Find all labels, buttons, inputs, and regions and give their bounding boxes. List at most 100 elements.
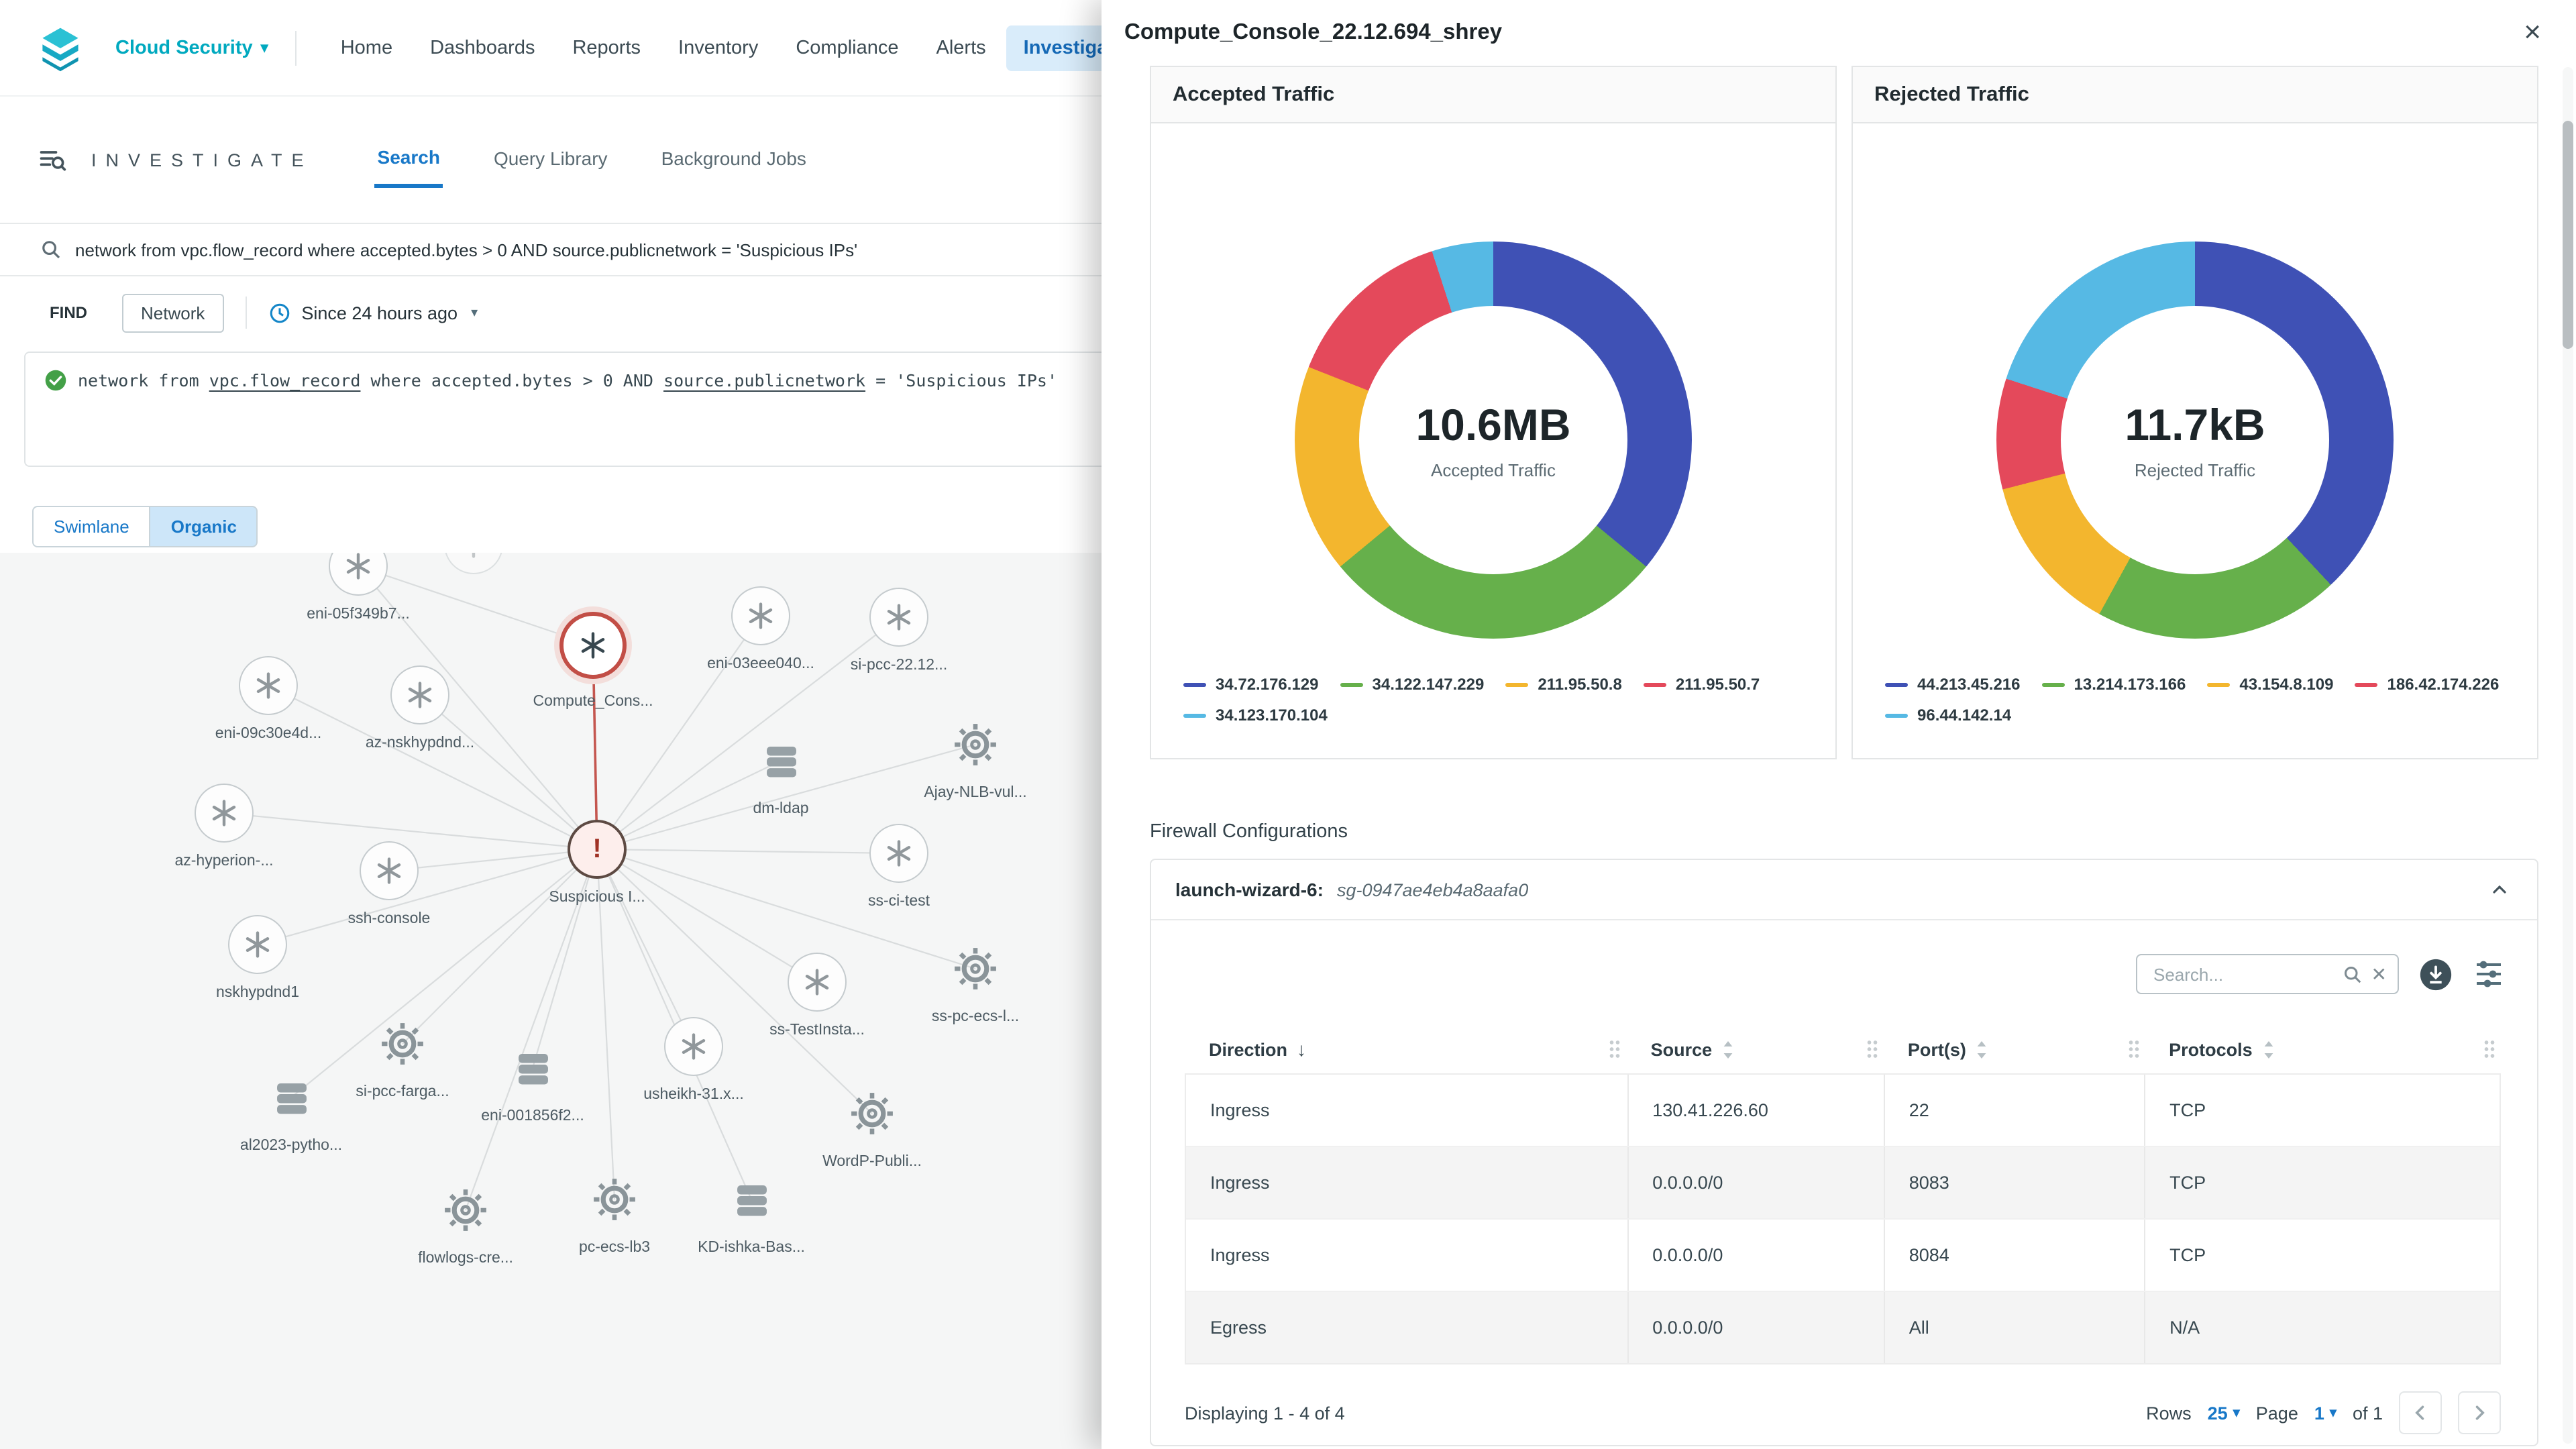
- graph-node-ssh-console[interactable]: [360, 841, 419, 900]
- legend-item[interactable]: 43.154.8.109: [2207, 675, 2333, 694]
- column-header-source[interactable]: Source: [1627, 1025, 1884, 1073]
- security-group-name: launch-wizard-6:: [1175, 879, 1324, 900]
- graph-node-eni-09c30e4d[interactable]: [239, 656, 298, 715]
- legend-item[interactable]: 211.95.50.7: [1644, 675, 1760, 694]
- sort-desc-icon[interactable]: ↓: [1297, 1038, 1306, 1060]
- graph-edge: [420, 695, 597, 849]
- page-of-label: of 1: [2353, 1403, 2383, 1423]
- table-row[interactable]: Egress0.0.0.0/0AllN/A: [1186, 1292, 2500, 1363]
- legend-item[interactable]: 34.72.176.129: [1183, 675, 1319, 694]
- cell-ports: 8084: [1884, 1220, 2144, 1291]
- graph-node-si-pcc-farga[interactable]: [373, 1014, 432, 1073]
- legend-color-dash: [1183, 682, 1206, 686]
- product-switcher[interactable]: Cloud Security ▾: [115, 37, 268, 58]
- nav-item-compliance[interactable]: Compliance: [778, 25, 916, 70]
- find-divider: [245, 297, 246, 329]
- column-header-port-s[interactable]: Port(s): [1884, 1025, 2145, 1073]
- graph-node-label: ss-pc-ecs-l...: [932, 1009, 1019, 1025]
- app-root: Cloud Security ▾ HomeDashboardsReportsIn…: [0, 0, 2576, 1449]
- graph-node-label: WordP-Publi...: [822, 1154, 922, 1170]
- download-button[interactable]: [2418, 956, 2454, 992]
- column-drag-handle[interactable]: [1609, 1039, 1621, 1059]
- sort-toggle-icon[interactable]: [2262, 1039, 2275, 1059]
- time-range-dropdown[interactable]: Since 24 hours ago ▾: [268, 301, 478, 324]
- list-search-icon[interactable]: [38, 145, 67, 174]
- graph-node-usheikh-31-x[interactable]: [664, 1017, 723, 1076]
- column-settings-button[interactable]: [2473, 959, 2505, 989]
- graph-node-label: dm-ldap: [753, 801, 808, 817]
- tab-query-library[interactable]: Query Library: [491, 134, 610, 185]
- graph-node-si-pcc-22-12[interactable]: [869, 588, 928, 647]
- legend-item[interactable]: 96.44.142.14: [1885, 706, 2011, 724]
- next-page-button[interactable]: [2458, 1391, 2501, 1434]
- graph-node-label: Ajay-NLB-vul...: [924, 785, 1026, 801]
- graph-node-ss-pc-ecs-l[interactable]: [946, 939, 1005, 998]
- legend-item[interactable]: 186.42.174.226: [2355, 675, 2500, 694]
- graph-node-nskhypdnd1[interactable]: [228, 915, 287, 974]
- graph-node-kd-ishka-bas[interactable]: [722, 1170, 781, 1229]
- nav-item-reports[interactable]: Reports: [555, 25, 658, 70]
- graph-node-az-hyperion[interactable]: [195, 784, 254, 843]
- legend-item[interactable]: 34.123.170.104: [1183, 706, 1328, 724]
- chevron-up-icon[interactable]: [2489, 879, 2510, 900]
- entity-type-chip[interactable]: Network: [122, 293, 223, 332]
- graph-node-eni-001856f2[interactable]: [503, 1038, 562, 1097]
- graph-edge: [224, 813, 597, 849]
- legend-item[interactable]: 13.214.173.166: [2042, 675, 2186, 694]
- legend-item[interactable]: 211.95.50.8: [1505, 675, 1621, 694]
- table-row[interactable]: Ingress0.0.0.0/08083TCP: [1186, 1147, 2500, 1220]
- donut-center-label: Rejected Traffic: [2135, 460, 2255, 480]
- graph-node-wordp-publi[interactable]: [843, 1084, 902, 1143]
- rows-per-page-dropdown[interactable]: 25 ▾: [2208, 1403, 2240, 1423]
- graph-node-suspicious-i[interactable]: !: [568, 820, 627, 879]
- search-icon[interactable]: [2343, 964, 2363, 984]
- clear-search-icon[interactable]: ✕: [2371, 965, 2387, 983]
- graph-node-label: al2023-pytho...: [240, 1138, 342, 1154]
- page-value: 1: [2314, 1403, 2324, 1423]
- query-segment: where accepted.bytes > 0 AND: [360, 370, 663, 390]
- graph-node-dm-ldap[interactable]: [751, 731, 810, 790]
- graph-node-compute-cons[interactable]: [559, 612, 627, 679]
- query-segment: = 'Suspicious IPs': [865, 370, 1057, 390]
- graph-node-ss-testinsta[interactable]: [788, 953, 847, 1012]
- legend-item[interactable]: 44.213.45.216: [1885, 675, 2021, 694]
- graph-node-label: ss-TestInsta...: [769, 1022, 865, 1038]
- legend-label: 211.95.50.7: [1676, 675, 1760, 694]
- graph-node-ss-ci-test[interactable]: [869, 824, 928, 883]
- graph-node-flowlogs-cre[interactable]: [436, 1181, 495, 1240]
- cell-ports: All: [1884, 1292, 2144, 1363]
- nav-item-inventory[interactable]: Inventory: [661, 25, 775, 70]
- legend-item[interactable]: 34.122.147.229: [1340, 675, 1485, 694]
- page-dropdown[interactable]: 1 ▾: [2314, 1403, 2337, 1423]
- column-drag-handle[interactable]: [1866, 1039, 1878, 1059]
- sort-toggle-icon[interactable]: [1721, 1039, 1735, 1059]
- view-tab-swimlane[interactable]: Swimlane: [32, 506, 150, 547]
- view-tab-organic[interactable]: Organic: [150, 506, 258, 547]
- graph-node-ajay-nlb-vul[interactable]: [946, 715, 1005, 774]
- tab-background-jobs[interactable]: Background Jobs: [659, 134, 809, 185]
- column-drag-handle[interactable]: [2127, 1039, 2139, 1059]
- graph-node-al2023-pytho[interactable]: [262, 1068, 321, 1127]
- graph-node-eni-03eee040[interactable]: [731, 586, 790, 645]
- nav-item-home[interactable]: Home: [323, 25, 410, 70]
- column-header-protocols[interactable]: Protocols: [2145, 1025, 2501, 1073]
- graph-node-pc-ecs-lb3[interactable]: [585, 1170, 644, 1229]
- previous-page-button[interactable]: [2399, 1391, 2442, 1434]
- close-icon[interactable]: ×: [2524, 17, 2541, 47]
- table-row[interactable]: Ingress130.41.226.6022TCP: [1186, 1075, 2500, 1147]
- column-header-direction[interactable]: Direction↓: [1185, 1025, 1627, 1073]
- table-row[interactable]: Ingress0.0.0.0/08084TCP: [1186, 1220, 2500, 1292]
- chart-card-accepted-traffic: Accepted Traffic10.6MBAccepted Traffic34…: [1150, 66, 1837, 759]
- security-group-accordion-header[interactable]: launch-wizard-6: sg-0947ae4eb4a8aafa0: [1151, 860, 2537, 920]
- legend-color-dash: [1183, 713, 1206, 717]
- tab-search[interactable]: Search: [375, 132, 443, 187]
- nav-item-alerts[interactable]: Alerts: [919, 25, 1004, 70]
- table-search-input[interactable]: [2151, 963, 2335, 985]
- asset-detail-drawer: Compute_Console_22.12.694_shrey × Accept…: [1102, 0, 2576, 1449]
- sort-toggle-icon[interactable]: [1976, 1039, 1989, 1059]
- scrollbar-thumb[interactable]: [2563, 121, 2573, 349]
- nav-item-dashboards[interactable]: Dashboards: [413, 25, 552, 70]
- graph-node-az-nskhypdnd[interactable]: [390, 665, 449, 724]
- legend-color-dash: [2042, 682, 2065, 686]
- column-drag-handle[interactable]: [2483, 1039, 2496, 1059]
